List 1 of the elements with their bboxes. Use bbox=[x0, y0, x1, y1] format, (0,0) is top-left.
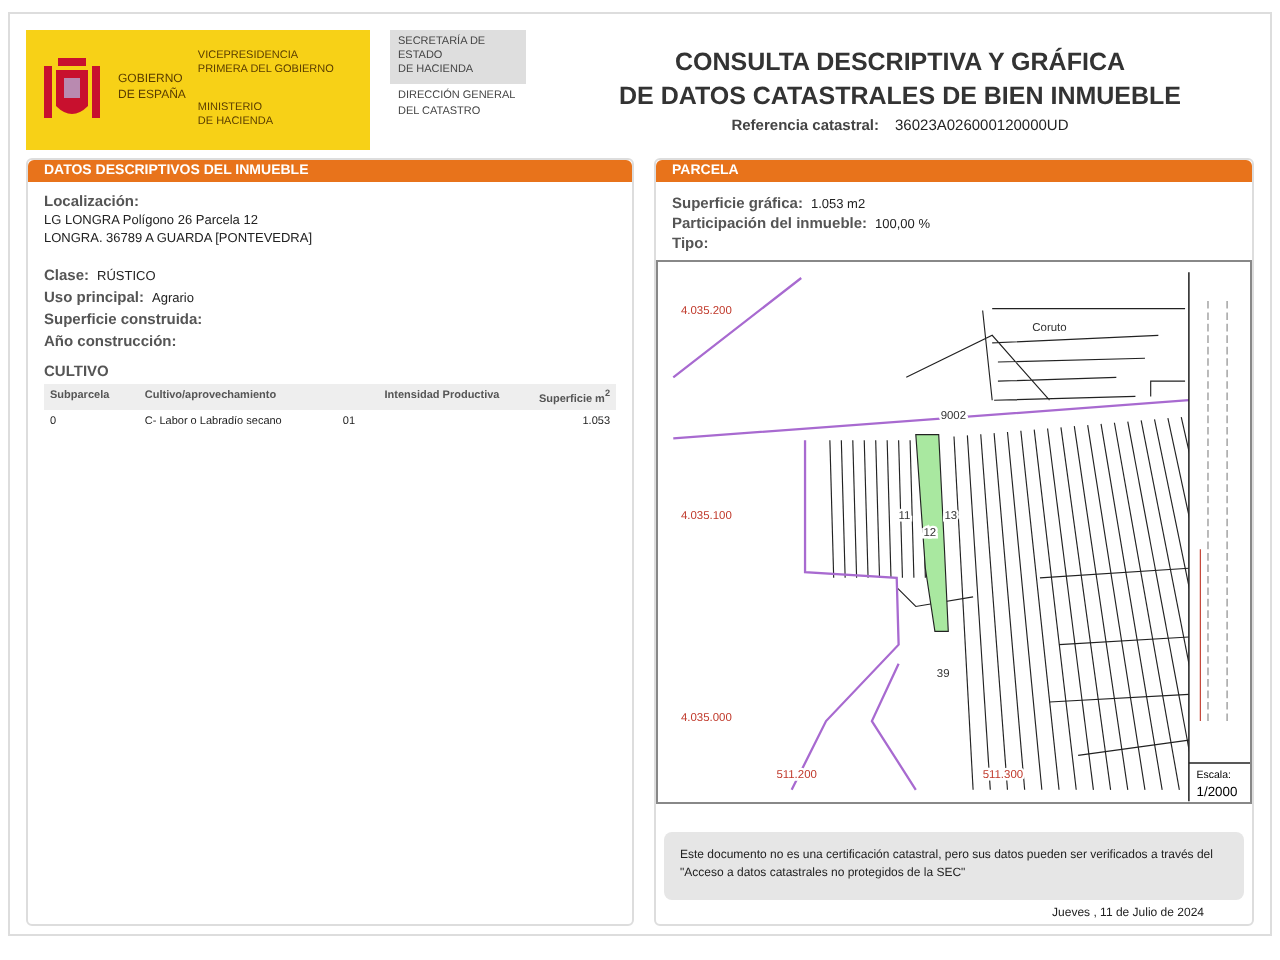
document-title: CONSULTA DESCRIPTIVA Y GRÁFICA DE DATOS CATASTRALES DE BIEN INMUEBLE bbox=[618, 45, 1182, 113]
